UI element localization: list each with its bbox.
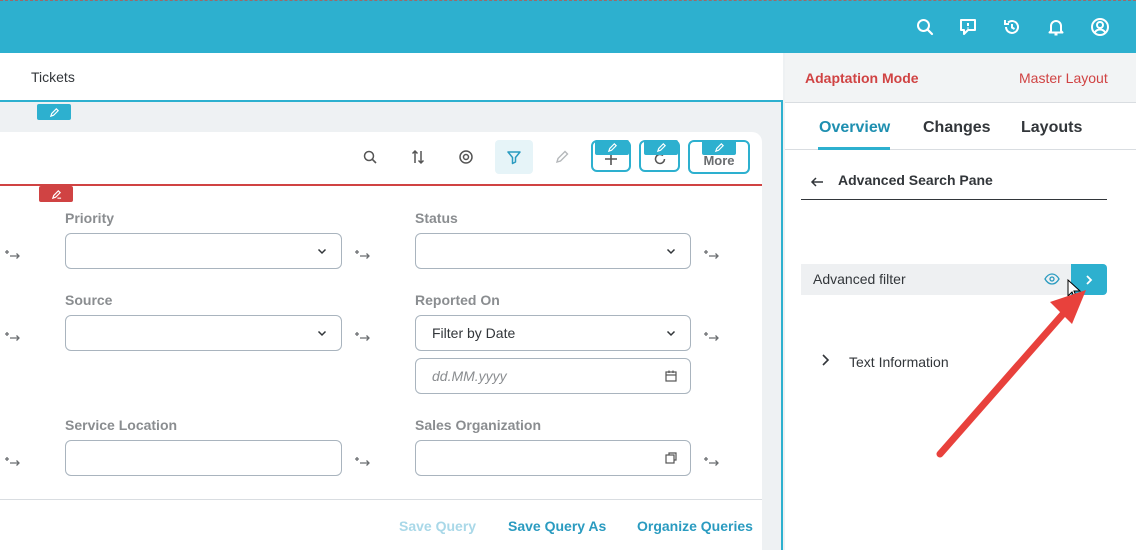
reported-on-label: Reported On [415,292,500,308]
notification-bell-icon[interactable] [1045,16,1067,38]
move-field-icon[interactable] [354,454,372,468]
history-icon[interactable] [1001,16,1023,38]
filter-icon[interactable] [495,140,533,174]
pane-title: Advanced Search Pane [838,172,993,188]
move-field-icon[interactable] [4,329,22,343]
status-select[interactable] [415,233,691,269]
move-field-icon[interactable] [703,329,721,343]
source-select[interactable] [65,315,342,351]
footer-divider [0,499,762,500]
reported-on-value: Filter by Date [432,325,516,341]
tab-layouts[interactable]: Layouts [1021,119,1082,137]
back-arrow-icon[interactable] [810,176,824,188]
move-field-icon[interactable] [703,454,721,468]
group-icon[interactable] [447,140,485,174]
chevron-down-icon [317,330,327,337]
breadcrumb[interactable]: Tickets [31,69,75,85]
date-placeholder: dd.MM.yyyy [432,368,507,384]
move-field-icon[interactable] [4,454,22,468]
pane-title-underline [801,199,1107,200]
edit-more-icon[interactable] [702,140,736,155]
chevron-down-icon [666,330,676,337]
edit-pencil-icon[interactable] [543,140,581,174]
tab-overview[interactable]: Overview [819,119,890,137]
value-help-icon[interactable] [664,451,678,465]
save-query-as-button[interactable]: Save Query As [508,518,606,534]
sort-icon[interactable] [399,140,437,174]
save-query-button[interactable]: Save Query [399,518,476,534]
adaptation-edit-icon[interactable] [39,186,73,202]
edit-refresh-icon[interactable] [644,140,678,155]
move-field-icon[interactable] [354,247,372,261]
chevron-right-icon [1086,274,1093,285]
master-layout-link[interactable]: Master Layout [1019,70,1108,86]
move-field-icon[interactable] [4,247,22,261]
service-location-label: Service Location [65,417,178,433]
reported-on-date-input[interactable]: dd.MM.yyyy [415,358,691,394]
chevron-right-icon[interactable] [819,353,831,367]
adaptation-divider [0,184,762,186]
priority-select[interactable] [65,233,342,269]
priority-label: Priority [65,210,115,226]
advanced-filter-label: Advanced filter [813,271,906,287]
search-icon[interactable] [351,140,389,174]
breadcrumb-bar: Tickets [0,53,783,102]
status-label: Status [415,210,458,226]
calendar-icon[interactable] [664,369,678,383]
shell-bar [0,0,1136,53]
service-location-input[interactable] [65,440,342,476]
source-label: Source [65,292,113,308]
feedback-icon[interactable] [957,16,979,38]
adaptation-mode-label: Adaptation Mode [805,70,919,86]
visibility-eye-icon[interactable] [1044,273,1060,285]
search-icon[interactable] [914,16,936,38]
navigate-advanced-filter-button[interactable] [1071,264,1107,295]
user-avatar-icon[interactable] [1089,16,1111,38]
move-field-icon[interactable] [703,247,721,261]
move-field-icon[interactable] [354,329,372,343]
active-tab-indicator [818,147,890,150]
tab-changes[interactable]: Changes [923,119,991,137]
sales-organization-input[interactable] [415,440,691,476]
sales-organization-label: Sales Organization [415,417,542,433]
reported-on-select[interactable]: Filter by Date [415,315,691,351]
organize-queries-button[interactable]: Organize Queries [637,518,753,534]
adaptation-pane [785,103,1136,550]
chevron-down-icon [317,248,327,255]
chevron-down-icon [666,248,676,255]
edit-section-icon[interactable] [37,104,71,120]
text-information-item[interactable]: Text Information [849,354,949,370]
edit-add-icon[interactable] [595,140,629,155]
adaptation-header: Adaptation Mode Master Layout [785,53,1136,103]
